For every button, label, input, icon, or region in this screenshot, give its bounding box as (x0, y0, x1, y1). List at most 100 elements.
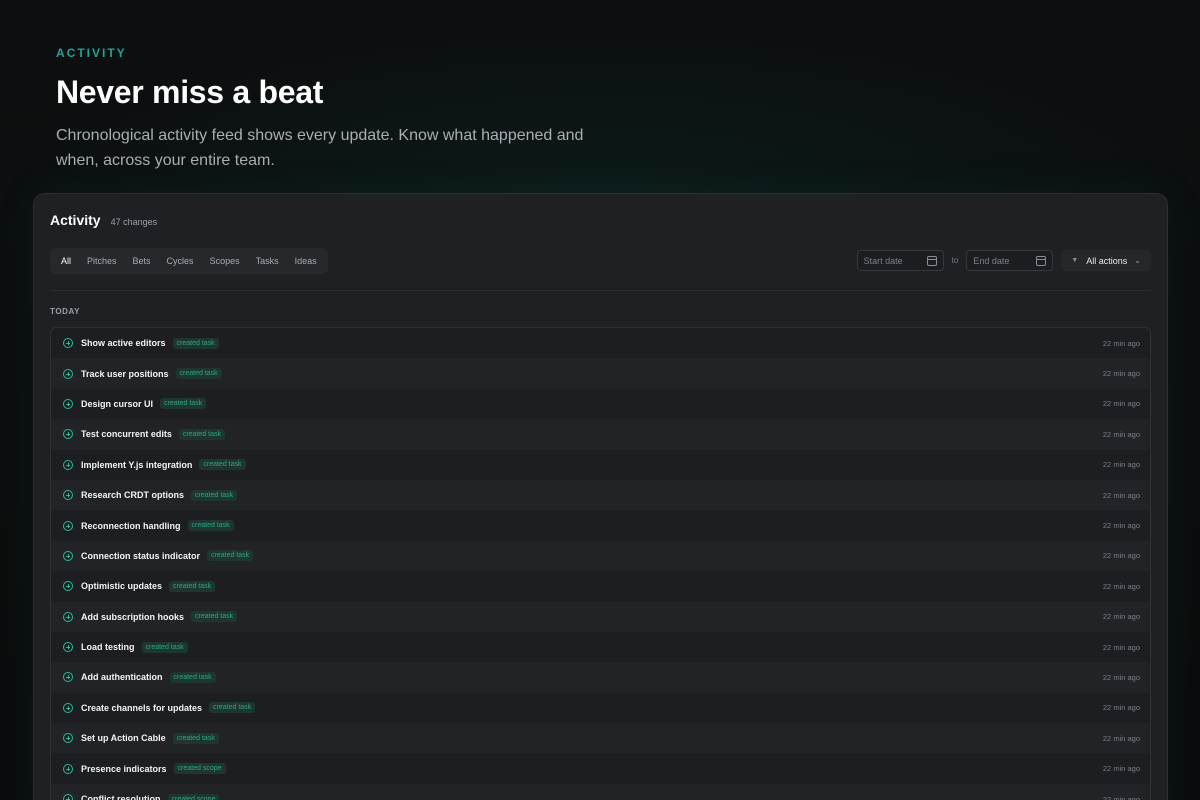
activity-row[interactable]: Optimistic updates created task 22 min ago (51, 571, 1150, 601)
action-badge: created task (175, 368, 222, 380)
activity-item-title: Track user positions (81, 368, 169, 379)
end-date-placeholder: End date (973, 255, 1010, 266)
plus-circle-icon (63, 520, 73, 531)
activity-feed: Show active editors created task 22 min ag… (50, 327, 1151, 800)
activity-timestamp: 22 min ago (1102, 490, 1140, 500)
activity-timestamp: 22 min ago (1102, 672, 1140, 682)
hero-headline: Never miss a beat (56, 74, 324, 110)
start-date-input[interactable]: Start date (856, 250, 944, 271)
activity-timestamp: 22 min ago (1102, 764, 1140, 774)
activity-row[interactable]: Connection status indicator created task 2… (51, 540, 1150, 572)
filter-icon: ▼ (1071, 257, 1079, 264)
activity-row[interactable]: Track user positions created task 22 min a… (51, 358, 1150, 389)
tab-bets[interactable]: Bets (125, 251, 159, 271)
activity-panel: Activity 47 changes All Pitches Bets Cyc… (33, 193, 1168, 800)
activity-timestamp: 22 min ago (1102, 399, 1140, 409)
activity-item-title: Connection status indicator (81, 550, 201, 561)
plus-circle-icon (63, 368, 73, 379)
plus-circle-icon (63, 490, 73, 501)
activity-row[interactable]: Show active editors created task 22 min ag… (51, 328, 1150, 358)
plus-circle-icon (63, 611, 73, 622)
action-badge: created task (207, 550, 254, 562)
activity-item-title: Add authentication (81, 672, 163, 683)
activity-row[interactable]: Create channels for updates created task 2… (51, 693, 1150, 723)
activity-row[interactable]: Test concurrent edits created task 22 min … (51, 419, 1150, 450)
hero-section: ACTIVITY Never miss a beat Chronological… (56, 46, 656, 173)
activity-row[interactable]: Research CRDT options created task 22 min … (51, 479, 1150, 511)
plus-circle-icon (63, 763, 73, 774)
activity-timestamp: 22 min ago (1102, 551, 1140, 561)
tab-all[interactable]: All (53, 251, 79, 271)
plus-circle-icon (63, 642, 73, 653)
plus-circle-icon (63, 702, 73, 713)
activity-item-title: Load testing (81, 642, 135, 653)
plus-circle-icon (63, 429, 73, 440)
actions-dropdown-label: All actions (1086, 255, 1128, 266)
plus-circle-icon (63, 398, 73, 409)
plus-circle-icon (63, 733, 73, 744)
actions-dropdown[interactable]: ▼ All actions ⌄ (1061, 250, 1151, 271)
activity-row[interactable]: Presence indicators created scope 22 min a… (51, 753, 1150, 783)
activity-item-title: Set up Action Cable (81, 733, 166, 744)
day-group-label: TODAY (50, 307, 81, 316)
activity-timestamp: 22 min ago (1102, 733, 1140, 743)
activity-row[interactable]: Add subscription hooks created task 22 min… (51, 601, 1150, 632)
activity-item-title: Show active editors (81, 338, 166, 349)
activity-item-title: Research CRDT options (81, 490, 185, 501)
action-badge: created task (169, 580, 216, 592)
hero-subtitle: Chronological activity feed shows every … (56, 127, 584, 169)
activity-timestamp: 22 min ago (1102, 581, 1140, 591)
activity-item-title: Add subscription hooks (81, 611, 185, 622)
plus-circle-icon (63, 581, 73, 592)
activity-timestamp: 22 min ago (1102, 460, 1140, 470)
action-badge: created task (172, 732, 219, 744)
activity-item-title: Conflict resolution (81, 794, 161, 800)
activity-row[interactable]: Design cursor UI created task 22 min ago (51, 389, 1150, 419)
date-filters: Start date to End date ▼ All actions ⌄ (856, 250, 1151, 271)
activity-timestamp: 22 min ago (1102, 642, 1140, 652)
tab-cycles[interactable]: Cycles (159, 251, 202, 271)
tab-scopes[interactable]: Scopes (202, 251, 248, 271)
action-badge: created task (199, 459, 246, 471)
activity-item-title: Optimistic updates (81, 581, 163, 592)
header-divider (50, 290, 1151, 291)
activity-row[interactable]: Conflict resolution created scope 22 min a… (51, 783, 1150, 800)
action-badge: created task (191, 489, 238, 501)
action-badge: created task (172, 337, 219, 349)
tab-ideas[interactable]: Ideas (287, 251, 325, 271)
end-date-input[interactable]: End date (966, 250, 1054, 271)
activity-row[interactable]: Add authentication created task 22 min ago (51, 662, 1150, 693)
activity-row[interactable]: Reconnection handling created task 22 min … (51, 510, 1150, 540)
start-date-placeholder: Start date (863, 255, 903, 266)
calendar-icon (926, 255, 937, 266)
activity-item-title: Reconnection handling (81, 520, 181, 531)
plus-circle-icon (63, 794, 73, 800)
tab-tasks[interactable]: Tasks (248, 251, 287, 271)
plus-circle-icon (63, 459, 73, 470)
activity-timestamp: 22 min ago (1102, 521, 1140, 531)
plus-circle-icon (63, 550, 73, 561)
action-badge: created task (187, 520, 234, 532)
action-badge: created task (191, 611, 238, 623)
panel-header: Activity 47 changes (50, 212, 157, 228)
action-badge: created task (169, 671, 216, 683)
activity-item-title: Test concurrent edits (81, 429, 172, 440)
tab-pitches[interactable]: Pitches (79, 251, 125, 271)
activity-timestamp: 22 min ago (1102, 338, 1140, 348)
date-range-separator: to (951, 256, 959, 265)
panel-title: Activity (50, 212, 101, 228)
activity-item-title: Presence indicators (81, 763, 167, 774)
activity-row[interactable]: Implement Y.js integration created task 22… (51, 450, 1150, 480)
action-badge: created task (160, 398, 207, 410)
activity-row[interactable]: Set up Action Cable created task 22 min ag… (51, 723, 1150, 754)
action-badge: created task (178, 428, 225, 440)
activity-timestamp: 22 min ago (1102, 703, 1140, 713)
activity-item-title: Create channels for updates (81, 702, 203, 713)
plus-circle-icon (63, 672, 73, 683)
activity-item-title: Design cursor UI (81, 398, 154, 409)
activity-row[interactable]: Load testing created task 22 min ago (51, 632, 1150, 662)
chevron-down-icon: ⌄ (1134, 256, 1141, 265)
plus-circle-icon (63, 338, 73, 349)
change-count: 47 changes (110, 217, 158, 227)
activity-timestamp: 22 min ago (1102, 429, 1140, 439)
